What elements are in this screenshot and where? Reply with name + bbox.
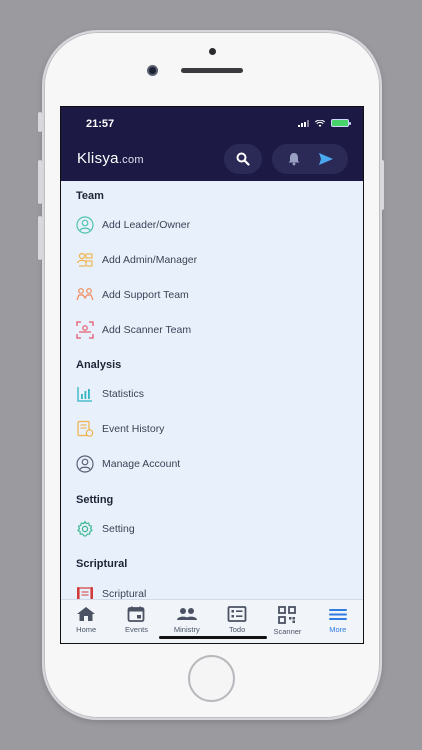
volume-up-button [38, 160, 42, 204]
section-title-team: Team [76, 190, 104, 202]
bottom-nav: Home Events Ministry Todo Scanner More [61, 599, 363, 643]
admin-icon [75, 250, 95, 270]
menu-item-manage-account[interactable]: Manage Account [75, 451, 345, 477]
battery-icon [331, 119, 351, 127]
header-actions [272, 144, 348, 174]
search-icon [236, 152, 250, 166]
menu-item-label: Event History [102, 423, 165, 435]
brand-suffix: .com [118, 154, 144, 166]
wifi-icon [315, 119, 325, 127]
brand-logo: Klisya.com [77, 150, 144, 167]
earpiece-speaker [181, 68, 243, 73]
menu-item-statistics[interactable]: Statistics [75, 381, 345, 407]
menu-item-label: Add Scanner Team [102, 324, 192, 336]
front-camera [147, 65, 158, 76]
menu-item-label: Statistics [102, 388, 145, 400]
notification-bell-icon[interactable] [286, 152, 302, 166]
people-icon [176, 608, 197, 620]
app-header: 21:57 Klisya.com [61, 107, 363, 181]
volume-down-button [38, 216, 42, 260]
proximity-sensor [209, 48, 216, 55]
cellular-signal-icon [298, 119, 309, 127]
nav-label: Home [76, 625, 97, 634]
search-button[interactable] [224, 144, 262, 174]
nav-item-more[interactable]: More [313, 600, 363, 643]
nav-label: Scanner [273, 627, 302, 636]
menu-item-label: Add Leader/Owner [102, 219, 191, 231]
event-history-icon [75, 419, 95, 439]
nav-label: More [329, 625, 347, 634]
nav-item-home[interactable]: Home [61, 600, 111, 643]
menu-item-add-admin[interactable]: Add Admin/Manager [75, 247, 345, 273]
bar-chart-icon [75, 384, 95, 404]
qr-icon [278, 606, 297, 624]
menu-item-setting[interactable]: Setting [75, 516, 345, 542]
support-team-icon [75, 285, 95, 305]
nav-item-events[interactable]: Events [111, 600, 161, 643]
menu-item-add-scanner[interactable]: Add Scanner Team [75, 317, 345, 343]
account-icon [75, 454, 95, 474]
menu-item-label: Add Support Team [102, 289, 189, 301]
nav-item-scanner[interactable]: Scanner [262, 600, 312, 643]
list-icon [227, 606, 247, 622]
nav-label: Events [125, 625, 148, 634]
home-button[interactable] [188, 655, 235, 702]
section-title-scriptural: Scriptural [76, 558, 128, 570]
nav-label: Todo [229, 625, 246, 634]
app-screen: 21:57 Klisya.com Team Add Leader/Owner A… [60, 106, 364, 644]
home-indicator[interactable] [159, 636, 267, 639]
menu-item-label: Add Admin/Manager [102, 254, 198, 266]
status-time: 21:57 [86, 118, 115, 130]
power-button [380, 160, 384, 210]
menu-item-label: Setting [102, 523, 135, 535]
mute-switch [38, 112, 42, 132]
scanner-team-icon [75, 320, 95, 340]
menu-item-event-history[interactable]: Event History [75, 416, 345, 442]
nav-label: Ministry [173, 625, 200, 634]
brand-name: Klisya [77, 150, 119, 167]
section-title-setting: Setting [76, 494, 114, 506]
section-title-analysis: Analysis [76, 359, 122, 371]
calendar-icon [128, 606, 145, 622]
menu-icon [328, 609, 347, 620]
gear-icon [75, 519, 95, 539]
menu-item-add-leader[interactable]: Add Leader/Owner [75, 212, 345, 238]
menu-item-scriptural[interactable]: Scriptural [75, 581, 345, 601]
menu-item-label: Manage Account [102, 458, 181, 470]
menu-list: Team Add Leader/Owner Add Admin/Manager … [61, 181, 363, 601]
menu-item-add-support[interactable]: Add Support Team [75, 282, 345, 308]
status-icons [298, 119, 351, 127]
user-add-icon [75, 215, 95, 235]
send-icon[interactable] [318, 152, 334, 166]
home-icon [77, 607, 96, 621]
